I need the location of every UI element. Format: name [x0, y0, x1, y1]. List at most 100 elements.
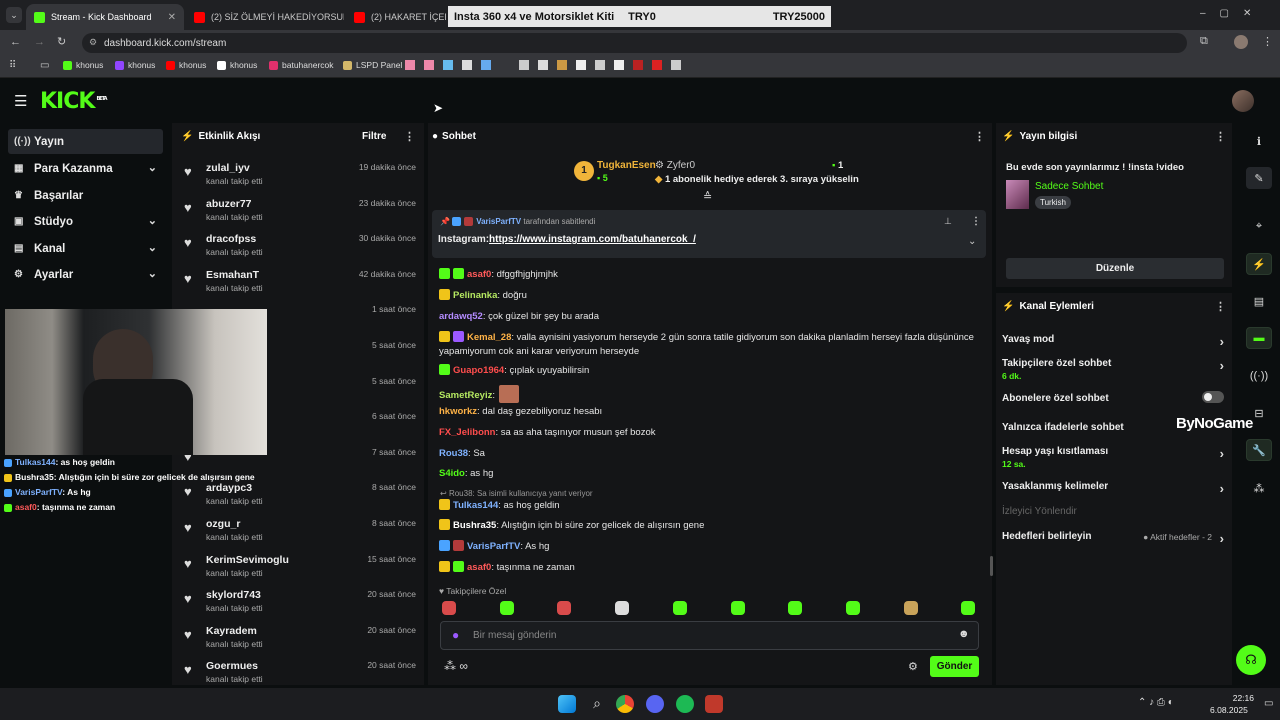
chat-username[interactable]: SametReyiz: [439, 390, 492, 401]
bookmark-icon[interactable]: [405, 60, 415, 70]
folder-icon[interactable]: ▭: [40, 60, 49, 71]
tab-youtube-1[interactable]: (2) SİZ ÖLMEYİ HAKEDİYORSUN✕: [186, 4, 344, 30]
activity-item[interactable]: ♥ dracofpss kanalı takip etti 30 dakika önc…: [180, 229, 420, 265]
nav-basarilar[interactable]: ♛ Başarılar: [8, 183, 163, 208]
emote-button[interactable]: [557, 601, 572, 615]
tab-youtube-2[interactable]: (2) HAKARET İÇERİRİ Tu: [346, 4, 446, 30]
chat-username[interactable]: asaf0: [467, 269, 491, 280]
chat-tools-icon[interactable]: ⁂ ∞: [444, 659, 468, 673]
emote-button[interactable]: [672, 601, 687, 615]
bookmark-icon[interactable]: [481, 60, 491, 70]
activity-item[interactable]: ♥ abuzer77 kanalı takip etti 23 dakika önce: [180, 194, 420, 230]
bookmark-5[interactable]: batuhanercok: [269, 60, 334, 70]
chat-username[interactable]: Pelinanka: [453, 290, 497, 301]
toggle-switch[interactable]: [1202, 391, 1224, 403]
activity-username[interactable]: Kayradem: [206, 625, 257, 637]
info-icon[interactable]: ℹ: [1246, 130, 1272, 152]
chat-settings-icon[interactable]: ⚙: [908, 660, 918, 673]
notification-icon[interactable]: ▭: [1264, 698, 1273, 709]
tray-icons[interactable]: ⌃ ♪ ⎙ ◐: [1138, 697, 1174, 708]
apps-grid-icon[interactable]: ⠿: [9, 60, 16, 71]
activity-username[interactable]: abuzer77: [206, 198, 252, 210]
user-avatar[interactable]: [1232, 90, 1254, 112]
bookmark-icon[interactable]: [671, 60, 681, 70]
microphone-icon[interactable]: ●: [452, 628, 459, 642]
chat-username[interactable]: VarisParfTV: [467, 541, 520, 552]
activity-more-icon[interactable]: ⋮: [404, 130, 415, 143]
chat-icon[interactable]: ▬: [1246, 327, 1272, 349]
activity-username[interactable]: zulal_iyv: [206, 162, 250, 174]
chat-more-icon[interactable]: ⋮: [974, 130, 985, 143]
bookmark-icon[interactable]: [500, 60, 510, 70]
back-icon[interactable]: ←: [10, 36, 21, 48]
site-info-icon[interactable]: ⚙: [89, 37, 97, 48]
activity-username[interactable]: dracofpss: [206, 233, 256, 245]
emote-button[interactable]: [961, 601, 976, 615]
windows-start-icon[interactable]: [558, 695, 576, 713]
nav-kanal[interactable]: ▤ Kanal ⌄: [8, 236, 163, 261]
bookmark-icon[interactable]: [557, 60, 567, 70]
edit-button[interactable]: Düzenle: [1006, 258, 1224, 279]
activity-username[interactable]: ozgu_r: [206, 518, 240, 530]
search-icon[interactable]: ⌕: [588, 695, 606, 713]
chat-scrollbar[interactable]: [990, 556, 993, 576]
bookmark-4[interactable]: khonus: [217, 60, 257, 70]
profile-avatar[interactable]: [1234, 35, 1248, 49]
bookmark-2[interactable]: khonus: [115, 60, 155, 70]
activity-item[interactable]: ♥ Goermues kanalı takip etti 20 saat önce: [180, 656, 420, 692]
channel-action-8[interactable]: Hedefleri belirleyin ● Aktif hedefler - 2…: [1002, 531, 1226, 546]
chat-username[interactable]: hkworkz: [439, 406, 477, 417]
spotify-icon[interactable]: [676, 695, 694, 713]
tab-kick-dashboard[interactable]: Stream - Kick Dashboard ✕: [26, 4, 184, 30]
send-button[interactable]: Gönder: [930, 656, 979, 677]
emote-button[interactable]: [903, 601, 918, 615]
nav-ayarlar[interactable]: ⚙ Ayarlar ⌄: [8, 262, 163, 287]
activity-username[interactable]: Goermues: [206, 660, 258, 672]
pinned-link[interactable]: https://www.instagram.com/batuhanercok_/: [489, 234, 696, 245]
emote-button[interactable]: [845, 601, 860, 615]
chat-username[interactable]: ardawq52: [439, 311, 483, 322]
url-input[interactable]: ⚙ dashboard.kick.com/stream: [82, 33, 1187, 53]
emote-button[interactable]: [788, 601, 803, 615]
emote-button[interactable]: [442, 601, 456, 615]
broadcast-icon[interactable]: ((·)): [1246, 365, 1272, 387]
edit-icon[interactable]: ✎: [1246, 167, 1272, 189]
kick-logo[interactable]: KICK BETA: [40, 89, 108, 114]
chat-username[interactable]: Kemal_28: [467, 332, 511, 343]
chat-username[interactable]: S4ido: [439, 468, 465, 479]
filter-button[interactable]: Filtre: [362, 131, 386, 142]
activity-username[interactable]: ardaypc3: [206, 482, 252, 494]
window-controls[interactable]: –▢✕: [1200, 8, 1265, 19]
bookmark-icon[interactable]: [595, 60, 605, 70]
chrome-icon[interactable]: [616, 695, 634, 713]
hamburger-menu-icon[interactable]: ☰: [14, 92, 27, 110]
activity-item[interactable]: ♥ Kayradem kanalı takip etti 20 saat önce: [180, 621, 420, 657]
bookmark-icon[interactable]: [614, 60, 624, 70]
chat-username[interactable]: Tulkas144: [453, 500, 498, 511]
activity-item[interactable]: ♥ EsmahanT kanalı takip etti 42 dakika önce: [180, 265, 420, 301]
emote-button[interactable]: [615, 601, 630, 615]
bookmark-1[interactable]: khonus: [63, 60, 103, 70]
collapse-icon[interactable]: ≙: [703, 190, 712, 203]
bookmark-3[interactable]: khonus: [166, 60, 206, 70]
nav-yayin[interactable]: ((·)) Yayın: [8, 129, 163, 154]
bookmark-icon[interactable]: [576, 60, 586, 70]
activity-item[interactable]: ♥ zulal_iyv kanalı takip etti 19 dakika önc…: [180, 158, 420, 194]
bookmark-icon[interactable]: [652, 60, 662, 70]
activity-item[interactable]: ♥ KerimSevimoglu kanalı takip etti 15 saat …: [180, 550, 420, 586]
category-link[interactable]: Sadece Sohbet: [1035, 181, 1103, 192]
channel-action-2[interactable]: Takipçilere özel sohbet 6 dk. ›: [1002, 358, 1226, 381]
activity-item[interactable]: ♥ ardaypc3 kanalı takip etti 8 saat önce: [180, 478, 420, 514]
chat-username[interactable]: FX_Jelibonn: [439, 427, 495, 438]
activity-item[interactable]: ♥ ozgu_r kanalı takip etti 8 saat önce: [180, 514, 420, 550]
extensions-icon[interactable]: ⧉: [1200, 35, 1208, 48]
chat-username[interactable]: asaf0: [467, 562, 491, 573]
wrench-icon[interactable]: 🔧: [1246, 439, 1272, 461]
channel-action-6[interactable]: Yasaklanmış kelimeler ›: [1002, 481, 1226, 496]
forward-icon[interactable]: →: [34, 36, 45, 48]
bookmark-icon[interactable]: [538, 60, 548, 70]
tab-search-icon[interactable]: ⌄: [6, 7, 22, 23]
browser-menu-icon[interactable]: ⋮: [1262, 35, 1273, 48]
document-icon[interactable]: ▤: [1246, 290, 1272, 312]
channel-action-1[interactable]: Yavaş mod ›: [1002, 334, 1226, 349]
